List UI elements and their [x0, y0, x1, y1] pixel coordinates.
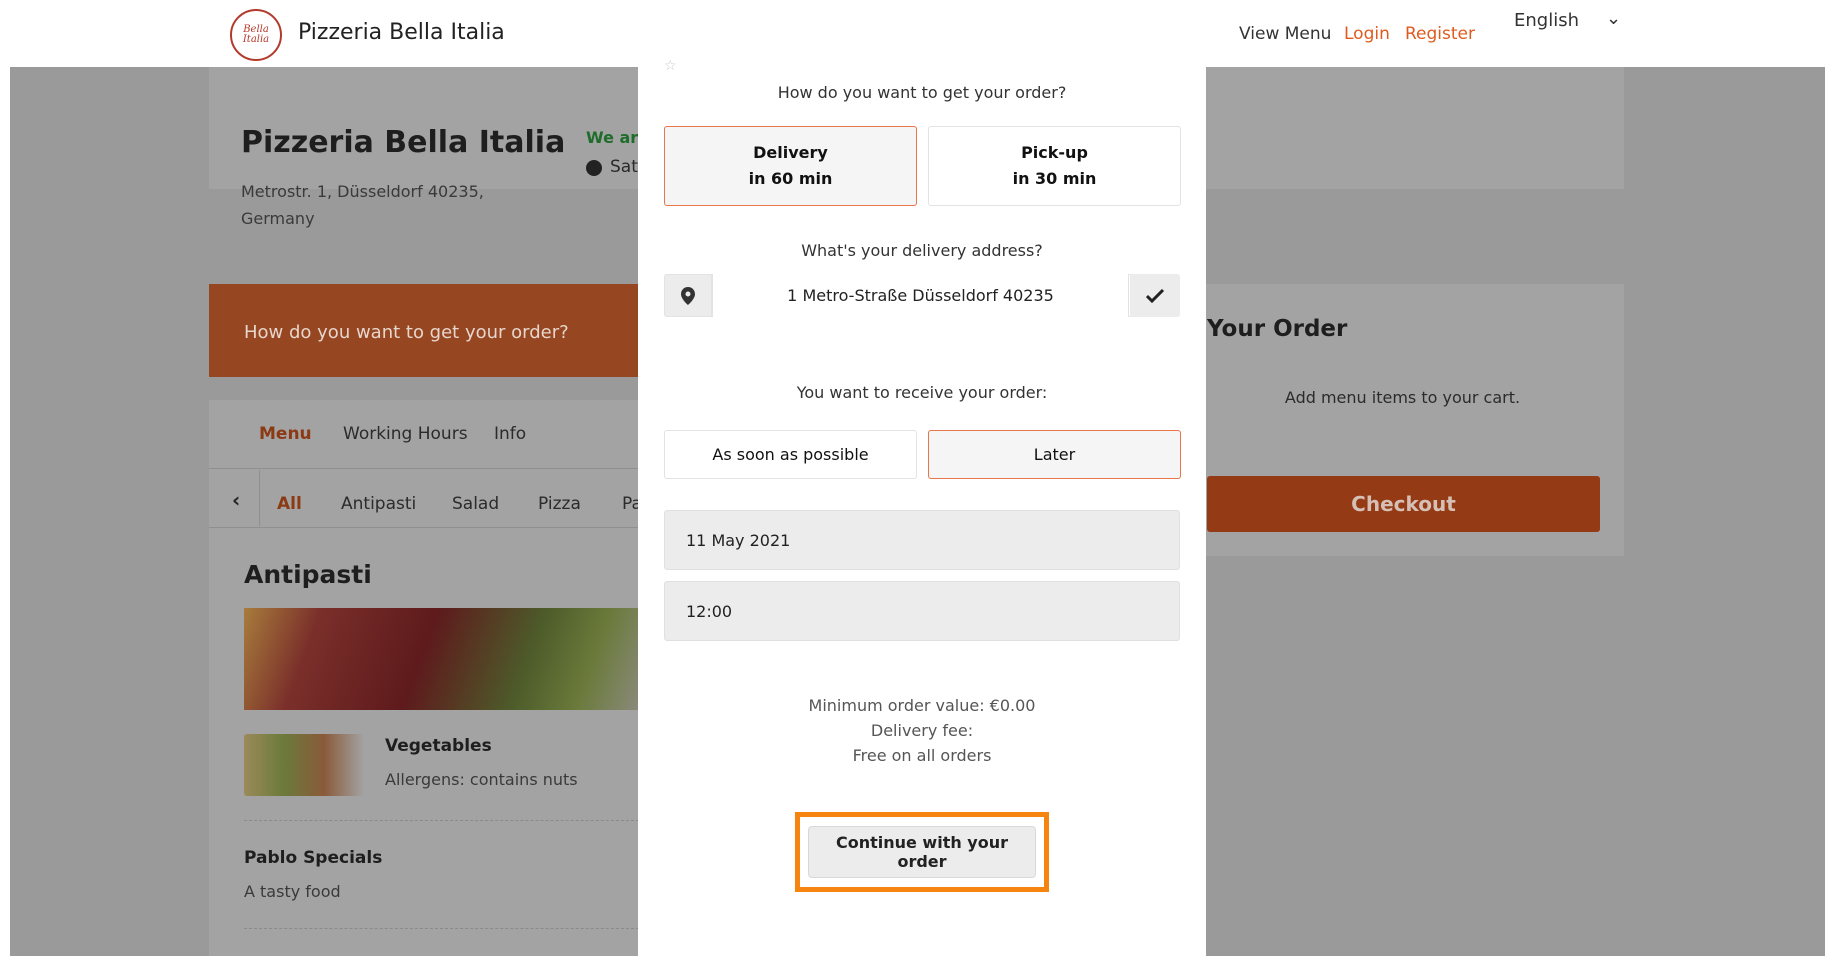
delivery-address-input[interactable] [712, 274, 1129, 317]
delivery-option[interactable]: Delivery in 60 min [664, 126, 917, 206]
menu-item-detail: Allergens: contains nuts [385, 770, 578, 789]
divider [244, 820, 639, 821]
restaurant-name: Pizzeria Bella Italia [241, 125, 566, 160]
method-question: How do you want to get your order? [777, 83, 1067, 102]
chevron-left-icon[interactable]: ‹ [232, 488, 240, 512]
divider [244, 928, 639, 929]
checkout-button[interactable]: Checkout [1207, 476, 1600, 532]
menu-item-detail: A tasty food [244, 882, 341, 901]
delivery-option-time: in 60 min [748, 169, 833, 188]
pickup-option-time: in 30 min [1012, 169, 1097, 188]
asap-option[interactable]: As soon as possible [664, 430, 917, 479]
star-icon: ☆ [664, 58, 677, 74]
brand-name[interactable]: Pizzeria Bella Italia [298, 20, 505, 45]
tab-menu[interactable]: Menu [259, 424, 312, 444]
restaurant-logo[interactable]: Bella Italia [230, 9, 282, 61]
nav-login-link[interactable]: Login [1344, 24, 1390, 44]
top-navbar: Bella Italia Pizzeria Bella Italia View … [0, 0, 1825, 67]
continue-order-button[interactable]: Continue with your order [808, 826, 1036, 878]
opening-hours-text: Sat [610, 157, 638, 177]
pickup-option[interactable]: Pick-up in 30 min [928, 126, 1181, 206]
pickup-option-label: Pick-up [1021, 143, 1088, 162]
tab-working-hours[interactable]: Working Hours [343, 424, 468, 444]
delivery-option-label: Delivery [753, 143, 828, 162]
category-antipasti[interactable]: Antipasti [341, 494, 416, 514]
order-method-banner-text: How do you want to get your order? [244, 322, 569, 343]
restaurant-address: Metrostr. 1, Düsseldorf 40235, Germany [241, 182, 484, 228]
category-pizza[interactable]: Pizza [538, 494, 581, 514]
delivery-fee-value: Free on all orders [852, 746, 992, 765]
nav-register-link[interactable]: Register [1405, 24, 1475, 44]
divider [259, 470, 260, 526]
nav-view-menu-link[interactable]: View Menu [1239, 24, 1331, 44]
menu-item-name[interactable]: Pablo Specials [244, 848, 382, 868]
language-select[interactable]: English [1514, 10, 1579, 31]
section-title: Antipasti [244, 560, 372, 589]
map-pin-icon [664, 274, 712, 317]
clock-icon [586, 160, 602, 176]
section-hero-image [244, 608, 639, 710]
cart-empty-text: Add menu items to your cart. [1284, 388, 1521, 407]
address-question: What's your delivery address? [801, 241, 1043, 260]
cart-title: Your Order [1207, 316, 1348, 342]
time-question: You want to receive your order: [796, 383, 1048, 402]
item-thumbnail[interactable] [244, 734, 364, 796]
delivery-fee-label: Delivery fee: [870, 721, 974, 740]
check-icon[interactable] [1130, 274, 1180, 317]
time-select[interactable]: 12:00 [664, 581, 1180, 641]
menu-item-name[interactable]: Vegetables [385, 736, 492, 756]
later-option[interactable]: Later [928, 430, 1181, 479]
chevron-down-icon[interactable]: ⌄ [1606, 8, 1621, 29]
category-all[interactable]: All [277, 494, 302, 514]
category-salad[interactable]: Salad [452, 494, 499, 514]
tab-info[interactable]: Info [494, 424, 526, 444]
order-info: Minimum order value: €0.00 Delivery fee:… [638, 693, 1206, 768]
date-select[interactable]: 11 May 2021 [664, 510, 1180, 570]
minimum-order-text: Minimum order value: €0.00 [808, 696, 1036, 715]
